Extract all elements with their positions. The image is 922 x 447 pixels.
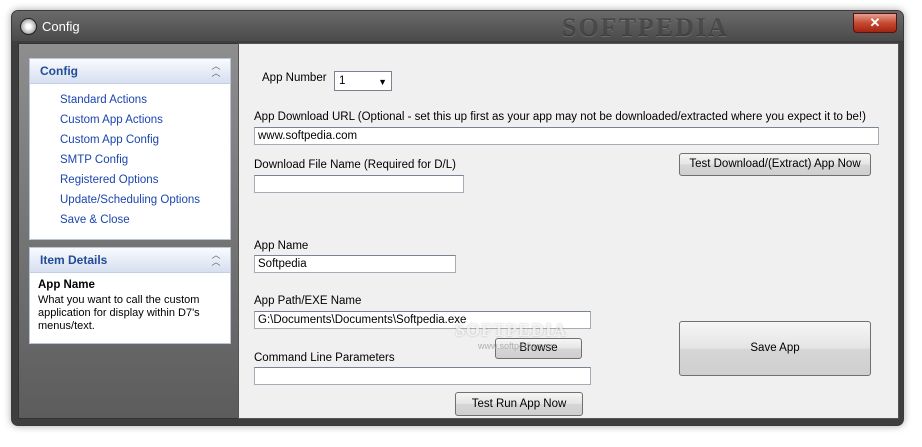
test-run-button[interactable]: Test Run App Now [455, 392, 583, 416]
link-registered-options[interactable]: Registered Options [30, 170, 230, 190]
link-standard-actions[interactable]: Standard Actions [30, 90, 230, 110]
config-form: App Number 1 ▼ App Download URL (Optiona… [238, 43, 899, 419]
cmd-params-label: Command Line Parameters [254, 352, 395, 364]
softpedia-watermark: SOFTPEDIA [562, 13, 729, 42]
close-button[interactable]: ✕ [853, 13, 897, 33]
app-path-label: App Path/EXE Name [254, 295, 362, 307]
dropdown-arrow-icon: ▼ [378, 77, 387, 87]
config-link-list: Standard Actions Custom App Actions Cust… [30, 84, 230, 234]
window-title: Config [42, 19, 80, 34]
app-number-value: 1 [339, 75, 346, 87]
link-custom-app-actions[interactable]: Custom App Actions [30, 110, 230, 130]
item-details-name: App Name [38, 279, 95, 291]
download-file-label: Download File Name (Required for D/L) [254, 159, 456, 171]
item-details-header[interactable]: Item Details ︿ ︿ [30, 248, 230, 273]
cmd-params-input[interactable] [254, 367, 591, 385]
app-number-select[interactable]: 1 ▼ [334, 71, 392, 91]
link-custom-app-config[interactable]: Custom App Config [30, 130, 230, 150]
chevron-up-icon[interactable]: ︿ ︿ [210, 62, 222, 78]
config-panel-title: Config [40, 64, 78, 78]
download-url-label: App Download URL (Optional - set this up… [254, 111, 866, 123]
chevron-up-icon[interactable]: ︿ ︿ [210, 251, 222, 267]
config-panel: Config ︿ ︿ Standard Actions Custom App Ac… [29, 58, 231, 240]
app-name-label: App Name [254, 240, 309, 252]
link-update-scheduling-options[interactable]: Update/Scheduling Options [30, 190, 230, 210]
item-details-panel: Item Details ︿ ︿ App Name What you want t… [29, 247, 231, 344]
app-number-label: App Number [262, 72, 327, 84]
item-details-body: App Name What you want to call the custo… [30, 273, 230, 339]
link-save-close[interactable]: Save & Close [30, 210, 230, 230]
sidebar: Config ︿ ︿ Standard Actions Custom App Ac… [18, 43, 240, 419]
item-details-description: What you want to call the custom applica… [38, 294, 200, 332]
download-file-input[interactable] [254, 175, 464, 193]
softpedia-overlay-url: www.softpedia.com [478, 341, 556, 351]
softpedia-overlay-watermark: SOFTPEDIA [455, 320, 568, 340]
config-window: Config SOFTPEDIA ✕ Config ︿ ︿ Standard Ac… [11, 10, 904, 426]
item-details-title: Item Details [40, 253, 108, 267]
save-app-button[interactable]: Save App [679, 321, 871, 376]
test-download-button[interactable]: Test Download/(Extract) App Now [679, 153, 871, 176]
download-url-input[interactable]: www.softpedia.com [254, 127, 879, 145]
app-name-input[interactable]: Softpedia [254, 255, 456, 273]
title-bar[interactable]: Config SOFTPEDIA ✕ [12, 11, 903, 42]
link-smtp-config[interactable]: SMTP Config [30, 150, 230, 170]
config-panel-header[interactable]: Config ︿ ︿ [30, 59, 230, 84]
app-gear-icon [20, 18, 37, 35]
